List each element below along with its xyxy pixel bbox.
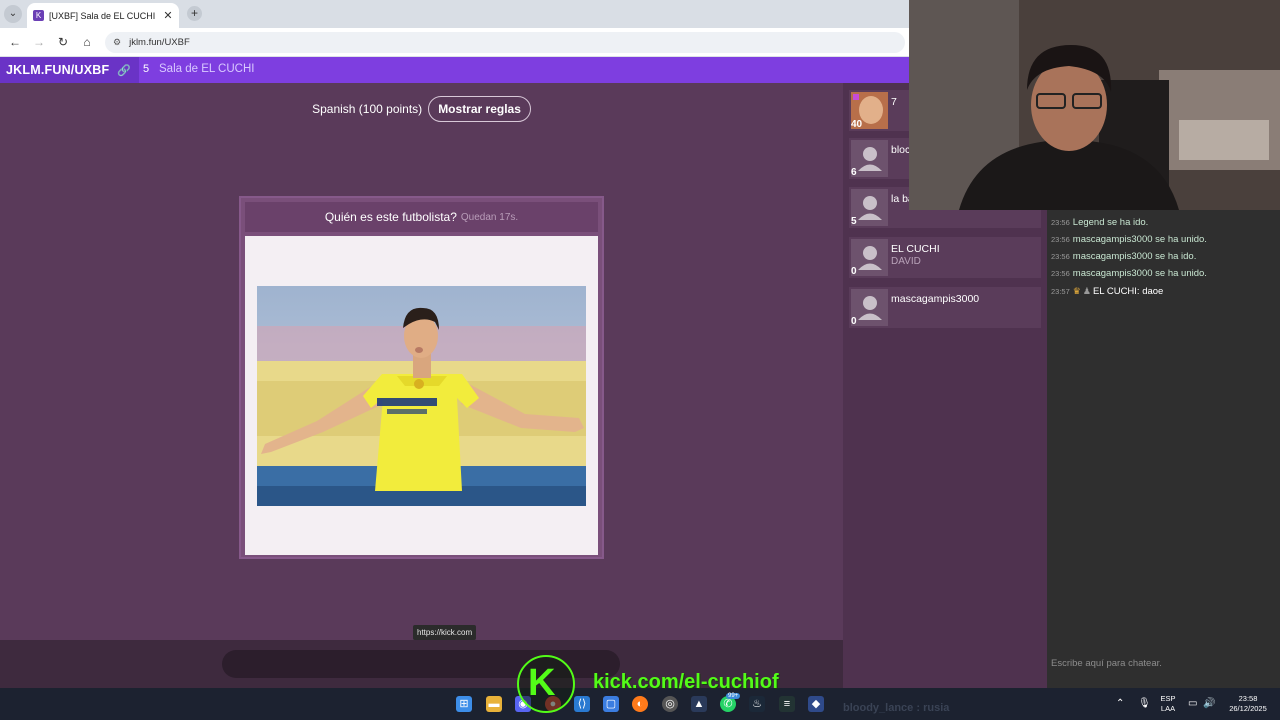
- chat-time: 23:56: [1051, 252, 1070, 261]
- link-tooltip: https://kick.com: [413, 625, 477, 640]
- player-score: 40: [851, 119, 863, 130]
- player-name: mascagampis3000: [891, 293, 980, 305]
- clock-date: 26/12/2025: [1229, 704, 1267, 713]
- kick-logo-icon: K: [528, 662, 556, 704]
- chat-line: 23:56 mascagampis3000 se ha ido.: [1051, 251, 1196, 262]
- site-brand[interactable]: JKLM.FUN/UXBF 🔗: [0, 57, 139, 83]
- overlay-ghost-text: bloody_lance : rusia: [843, 702, 950, 714]
- player-score: 0: [851, 316, 857, 327]
- chat-text: EL CUCHI: daoe: [1092, 286, 1164, 297]
- kick-url: kick.com/el-cuchiof: [593, 671, 779, 693]
- player-score: 0: [851, 266, 857, 277]
- new-tab-icon[interactable]: +: [187, 6, 202, 21]
- footballer-photo: [257, 286, 586, 506]
- clock-time: 23:58: [1238, 694, 1258, 703]
- url-text: jklm.fun/UXBF: [129, 37, 190, 48]
- firefox-icon[interactable]: ◐: [632, 696, 648, 712]
- chat-line: 23:56 mascagampis3000 se ha unido.: [1051, 234, 1207, 245]
- forward-icon[interactable]: →: [31, 34, 47, 50]
- chat-line: 23:56 mascagampis3000 se ha unido.: [1051, 268, 1207, 279]
- link-icon: 🔗: [117, 64, 131, 77]
- app-icon[interactable]: ◆: [808, 696, 824, 712]
- player-name: 7: [891, 96, 897, 108]
- room-title: Sala de EL CUCHI: [159, 63, 255, 75]
- microphone-icon[interactable]: 🎙: [1138, 698, 1151, 709]
- chat-line: 23:57 ♛ ♟ EL CUCHI: daoe: [1051, 286, 1163, 297]
- user-icon: ♟: [1082, 286, 1091, 296]
- home-icon[interactable]: ⌂: [79, 34, 95, 50]
- chat-text: mascagampis3000 se ha ido.: [1072, 251, 1197, 262]
- question-header: Quién es este futbolista? Quedan 17s.: [245, 202, 598, 232]
- tab-close-icon[interactable]: ✕: [161, 9, 175, 22]
- app-icon[interactable]: ▢: [603, 696, 619, 712]
- chat-input[interactable]: Escribe aquí para chatear.: [1051, 658, 1162, 669]
- rules-text: Spanish (100 points): [312, 102, 423, 116]
- question-text: Quién es este futbolista?: [324, 210, 457, 224]
- address-bar: ← → ↻ ⌂ ⚙ jklm.fun/UXBF: [0, 28, 909, 57]
- steam-icon[interactable]: ♨: [749, 696, 765, 712]
- tab-search-icon[interactable]: ⌄: [4, 5, 22, 23]
- language-indicator[interactable]: ESP LAA: [1158, 694, 1178, 714]
- url-field[interactable]: ⚙ jklm.fun/UXBF: [105, 32, 905, 53]
- crown-icon: ♛: [1072, 286, 1081, 296]
- language-code: ESP: [1160, 694, 1176, 703]
- reload-icon[interactable]: ↻: [55, 34, 71, 50]
- player-card[interactable]: 0 EL CUCHI DAVID: [849, 237, 1041, 278]
- jklm-favicon-icon: K: [33, 10, 44, 21]
- tray-chevron-up-icon[interactable]: ⌃: [1116, 698, 1124, 709]
- room-player-count: 5: [143, 63, 150, 75]
- clock[interactable]: 23:58 26/12/2025: [1222, 694, 1274, 714]
- app-icon[interactable]: ≡: [779, 696, 795, 712]
- chat-time: 23:56: [1051, 235, 1070, 244]
- chat-line: 23:56 Legend se ha ido.: [1051, 217, 1148, 228]
- chat-text: mascagampis3000 se ha unido.: [1072, 268, 1207, 279]
- chat-time: 23:56: [1051, 269, 1070, 278]
- game-area: Spanish (100 points) Mostrar reglas Quié…: [0, 83, 843, 640]
- question-body: [245, 236, 598, 555]
- browser-tab-bar: ⌄ K [UXBF] Sala de EL CUCHI ✕ +: [0, 0, 909, 28]
- player-card[interactable]: 0 mascagampis3000: [849, 287, 1041, 328]
- vscode-icon[interactable]: ⟨⟩: [574, 696, 590, 712]
- keyboard-layout: LAA: [1160, 704, 1176, 713]
- question-timer: Quedan 17s.: [460, 211, 519, 223]
- player-subtitle: DAVID: [891, 256, 921, 267]
- tab-active[interactable]: K [UXBF] Sala de EL CUCHI ✕: [27, 3, 179, 28]
- tab-title: [UXBF] Sala de EL CUCHI: [49, 10, 156, 21]
- windows-start-icon[interactable]: ⊞: [456, 696, 472, 712]
- player-score: 6: [851, 167, 857, 178]
- player-name: EL CUCHI: [891, 243, 940, 255]
- back-icon[interactable]: ←: [7, 34, 23, 50]
- show-rules-button[interactable]: Mostrar reglas: [428, 96, 531, 122]
- site-info-icon[interactable]: ⚙: [113, 37, 121, 48]
- app-icon[interactable]: ▲: [691, 696, 707, 712]
- rules-line: Spanish (100 points) Mostrar reglas: [0, 96, 843, 122]
- network-icon[interactable]: ▭: [1188, 698, 1197, 709]
- obs-icon[interactable]: ◎: [662, 696, 678, 712]
- chat-time: 23:56: [1051, 218, 1070, 227]
- player-name: bloc: [891, 144, 911, 156]
- file-explorer-icon[interactable]: ▬: [486, 696, 502, 712]
- player-score: 5: [851, 216, 857, 227]
- chat-time: 23:57: [1051, 287, 1070, 296]
- site-header: JKLM.FUN/UXBF 🔗 5 Sala de EL CUCHI: [0, 57, 909, 83]
- brand-text: JKLM.FUN/UXBF: [6, 63, 110, 77]
- webcam-feed: [909, 0, 1280, 210]
- chat-log: 23:56 Legend se ha ido. 23:56 mascagampis3…: [1047, 210, 1280, 688]
- chat-text: mascagampis3000 se ha unido.: [1072, 234, 1207, 245]
- chat-text: Legend se ha ido.: [1072, 217, 1149, 228]
- question-card: Quién es este futbolista? Quedan 17s.: [239, 196, 604, 559]
- volume-icon[interactable]: 🔊: [1203, 698, 1215, 709]
